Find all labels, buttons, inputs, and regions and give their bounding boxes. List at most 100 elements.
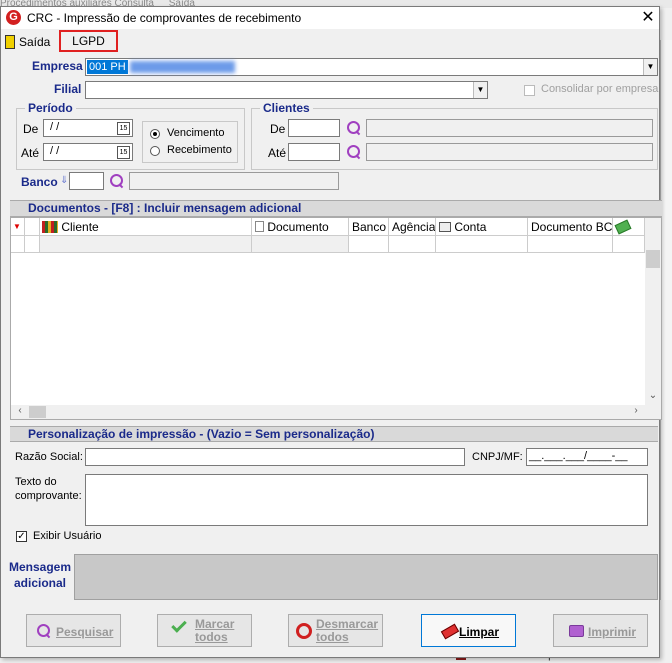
- desmarcar-todos-button[interactable]: Desmarcar todos: [288, 614, 383, 647]
- empresa-combo[interactable]: 001 PH ▼: [85, 58, 658, 76]
- column-banco[interactable]: Banco: [349, 218, 389, 236]
- radio-vencimento-label: Vencimento: [167, 127, 225, 139]
- documentos-grid[interactable]: ▼ Cliente Documento Banco Agência Conta …: [10, 217, 662, 420]
- document-icon: [255, 221, 264, 232]
- desmarcar-todos-label: Desmarcar todos: [316, 617, 379, 644]
- scroll-left-icon[interactable]: ‹: [13, 405, 27, 416]
- pesquisar-label: Pesquisar: [56, 625, 114, 639]
- mensagem-label: Mensagem adicional: [8, 560, 72, 590]
- razao-social-label: Razão Social:: [15, 451, 83, 463]
- pesquisar-button[interactable]: Pesquisar: [26, 614, 121, 647]
- printer-icon: [569, 625, 584, 637]
- cell-agencia[interactable]: [389, 236, 436, 253]
- empresa-name-redacted: [130, 61, 235, 73]
- filial-combo[interactable]: ▼: [85, 81, 488, 99]
- scroll-down-icon[interactable]: ⌄: [646, 390, 660, 401]
- sort-indicator[interactable]: ▼: [11, 218, 25, 236]
- window-title: CRC - Impressão de comprovantes de receb…: [27, 11, 302, 25]
- row-select-cell[interactable]: [25, 236, 40, 253]
- imprimir-button[interactable]: Imprimir: [553, 614, 648, 647]
- clientes-group: Clientes De Até: [251, 101, 658, 170]
- row-indicator-cell[interactable]: [11, 236, 25, 253]
- texto-comprovante-field[interactable]: [85, 474, 648, 526]
- cnpj-mask: __.___.___/____-__: [529, 450, 628, 462]
- search-icon[interactable]: [109, 173, 125, 189]
- building-icon: [42, 221, 58, 233]
- vertical-scrollbar[interactable]: ⌄: [645, 218, 661, 405]
- banco-label: Banco: [21, 175, 58, 189]
- clientes-title: Clientes: [260, 101, 313, 115]
- calendar-icon[interactable]: 15: [117, 122, 130, 135]
- marcar-todos-button[interactable]: Marcar todos: [157, 614, 252, 647]
- column-documento[interactable]: Documento: [252, 218, 349, 236]
- menu-exit-label: Saída: [19, 35, 51, 49]
- periodo-ate-value: / /: [50, 145, 60, 157]
- periodo-de-value: / /: [50, 121, 60, 133]
- menu-exit[interactable]: Saída: [3, 34, 50, 50]
- cell-extra[interactable]: [613, 236, 645, 253]
- radio-vencimento[interactable]: [150, 129, 160, 139]
- periodo-ate-field[interactable]: / / 15: [43, 143, 133, 161]
- search-icon[interactable]: [346, 120, 362, 136]
- title-bar: G CRC - Impressão de comprovantes de rec…: [1, 7, 659, 29]
- empresa-value: 001 PH: [87, 60, 128, 74]
- column-conta-label: Conta: [454, 220, 487, 234]
- imprimir-label: Imprimir: [588, 625, 637, 639]
- column-conta[interactable]: Conta: [436, 218, 528, 236]
- app-logo-icon: G: [6, 10, 21, 25]
- marcar-todos-label: Marcar todos: [195, 617, 235, 644]
- limpar-button[interactable]: Limpar: [421, 614, 516, 647]
- exibir-usuario-checkbox[interactable]: ✓: [16, 531, 27, 542]
- search-icon: [36, 623, 52, 639]
- search-icon[interactable]: [346, 144, 362, 160]
- cell-conta[interactable]: [436, 236, 528, 253]
- radio-recebimento-label: Recebimento: [167, 144, 232, 156]
- personalizacao-header: Personalização de impressão - (Vazio = S…: [10, 426, 658, 442]
- cell-banco[interactable]: [349, 236, 389, 253]
- cell-documento-bco[interactable]: [528, 236, 613, 253]
- exibir-usuario-label: Exibir Usuário: [33, 530, 102, 542]
- empresa-label: Empresa: [32, 59, 83, 73]
- horizontal-scroll-thumb[interactable]: [29, 406, 46, 418]
- column-extra[interactable]: [613, 218, 645, 236]
- vertical-scroll-thumb[interactable]: [646, 250, 660, 268]
- door-exit-icon: [5, 35, 15, 49]
- cliente-de-field[interactable]: [288, 119, 340, 137]
- clientes-ate-label: Até: [268, 146, 287, 160]
- cliente-ate-field[interactable]: [288, 143, 340, 161]
- cliente-de-name: [366, 119, 653, 137]
- periodo-ate-label: Até: [21, 146, 40, 160]
- texto-comprovante-label: Texto do comprovante:: [15, 476, 82, 502]
- banco-field[interactable]: [69, 172, 104, 190]
- menu-lgpd[interactable]: LGPD: [59, 30, 118, 52]
- documentos-header: Documentos - [F8] : Incluir mensagem adi…: [10, 200, 662, 217]
- razao-social-field[interactable]: [85, 448, 465, 466]
- column-agencia[interactable]: Agência: [389, 218, 436, 236]
- column-cliente[interactable]: Cliente: [40, 218, 252, 236]
- mensagem-field[interactable]: [74, 554, 658, 600]
- consolidar-checkbox[interactable]: [524, 85, 535, 96]
- filial-label: Filial: [54, 82, 82, 96]
- chevron-down-icon[interactable]: ▼: [473, 82, 487, 98]
- close-icon[interactable]: ✕: [637, 8, 659, 28]
- banco-name: [129, 172, 339, 190]
- periodo-de-label: De: [23, 122, 39, 136]
- cell-cliente[interactable]: [40, 236, 252, 253]
- cell-documento[interactable]: [252, 236, 349, 253]
- periodo-title: Período: [25, 101, 76, 115]
- cnpj-field[interactable]: __.___.___/____-__: [526, 448, 648, 466]
- consolidar-label: Consolidar por empresa: [541, 83, 659, 95]
- column-documento-label: Documento: [267, 220, 329, 234]
- select-column-header[interactable]: [25, 218, 40, 236]
- periodo-de-field[interactable]: / / 15: [43, 119, 133, 137]
- calendar-icon[interactable]: 15: [117, 146, 130, 159]
- column-documento-bco[interactable]: Documento BCO: [528, 218, 613, 236]
- cliente-ate-name: [366, 143, 653, 161]
- chevron-down-icon[interactable]: ▼: [643, 59, 657, 75]
- prohibited-icon: [296, 623, 312, 639]
- radio-recebimento[interactable]: [150, 146, 160, 156]
- money-icon: [614, 219, 632, 235]
- scroll-right-icon[interactable]: ›: [629, 405, 643, 416]
- periodo-group: Período De / / 15 Até / / 15 Vencimento …: [16, 101, 245, 170]
- horizontal-scrollbar[interactable]: ‹ ›: [11, 405, 661, 419]
